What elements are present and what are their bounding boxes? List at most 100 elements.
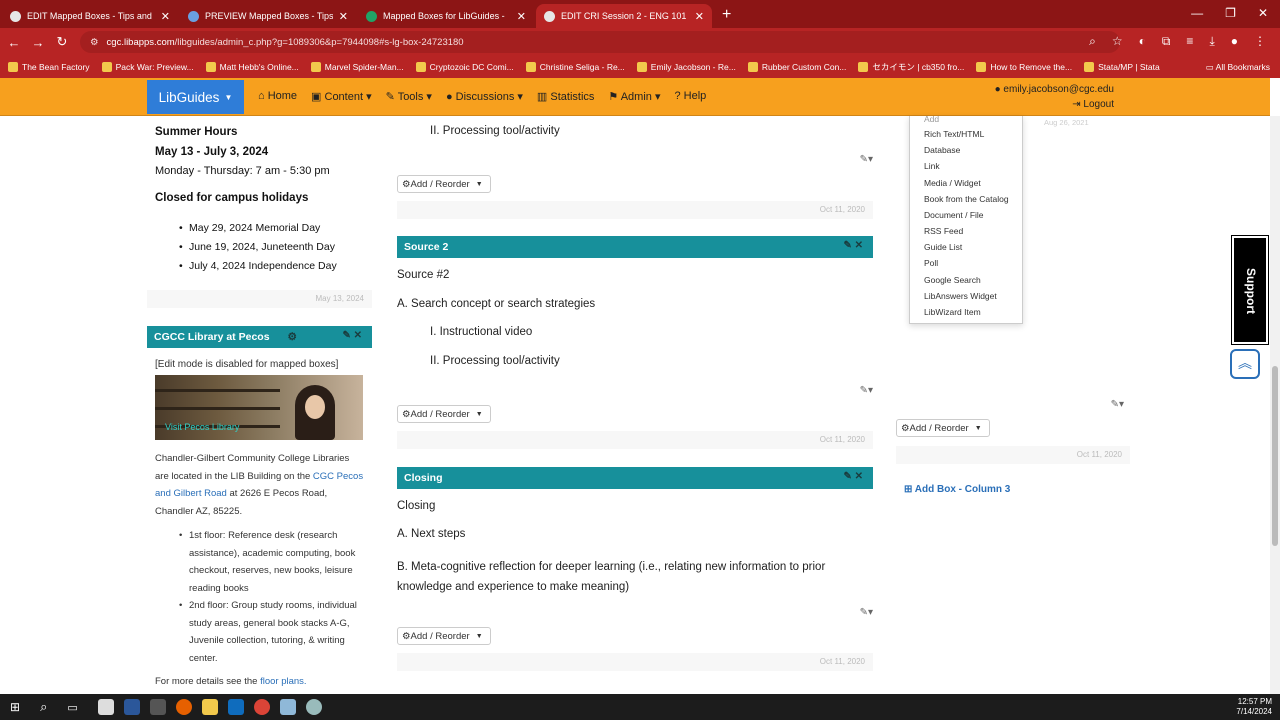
browser-tab-active[interactable]: EDIT CRI Session 2 - ENG 101 - ✕ [536, 4, 712, 28]
bookmark-icon [101, 62, 112, 72]
user-account-link[interactable]: ● emily.jacobson@cgc.edu [995, 82, 1114, 97]
dropdown-item-poll[interactable]: Poll [924, 258, 938, 268]
dropdown-item-rss-feed[interactable]: RSS Feed [924, 226, 963, 236]
bookmark-item[interactable]: Cryptozoic DC Comi... [415, 62, 514, 72]
logout-icon: ⇥ [1072, 99, 1084, 110]
browser-tab[interactable]: Mapped Boxes for LibGuides - ✕ [358, 4, 534, 28]
dropdown-item-database[interactable]: Database [924, 145, 960, 155]
site-info-icon[interactable]: ⚙ [90, 37, 99, 48]
nav-tools[interactable]: ✎ Tools ▾ [386, 90, 432, 103]
close-icon[interactable]: ✕ [855, 471, 863, 482]
bookmark-item[interactable]: How to Remove the... [976, 62, 1072, 72]
file-explorer-icon[interactable] [201, 699, 218, 715]
content-line: Closing [397, 500, 436, 512]
bookmark-star-icon[interactable]: ☆ [1112, 34, 1123, 49]
dropdown-item-link[interactable]: Link [924, 161, 940, 171]
page-scrollbar[interactable] [1270, 116, 1280, 694]
dropdown-item-libanswers-widget[interactable]: LibAnswers Widget [924, 291, 997, 301]
close-icon[interactable]: ✕ [339, 10, 348, 23]
edit-dropdown-icon[interactable]: ✎▾ [860, 385, 873, 396]
restore-icon[interactable]: ❐ [1225, 6, 1236, 20]
edit-dropdown-icon[interactable]: ✎▾ [860, 607, 873, 618]
notes-icon[interactable] [279, 699, 296, 715]
close-icon[interactable]: ✕ [695, 10, 704, 23]
browser-tab[interactable]: EDIT Mapped Boxes - Tips and ✕ [2, 4, 178, 28]
nav-help[interactable]: ? Help [674, 90, 706, 103]
dropdown-item-document-file[interactable]: Document / File [924, 210, 984, 220]
bar-chart-icon: ▥ [536, 91, 551, 103]
all-bookmarks-button[interactable]: ▭ All Bookmarks [1206, 62, 1270, 73]
mail-icon[interactable] [227, 699, 244, 715]
back-to-top-icon[interactable]: ︽ [1230, 349, 1260, 379]
windows-start-icon[interactable]: ⊞ [10, 700, 20, 714]
reading-list-icon[interactable]: ≡ [1186, 34, 1193, 49]
add-reorder-button[interactable]: ⚙ Add / Reorder ▼ [397, 405, 491, 423]
edit-dropdown-icon[interactable]: ✎▾ [860, 154, 873, 165]
firefox-icon[interactable] [175, 699, 192, 715]
browser-tab[interactable]: PREVIEW Mapped Boxes - Tips ✕ [180, 4, 356, 28]
nav-statistics[interactable]: ▥ Statistics [537, 90, 594, 103]
pencil-icon[interactable]: ✎ [843, 240, 851, 251]
pecos-library-image[interactable]: Visit Pecos Library [155, 375, 363, 440]
libguides-brand-menu[interactable]: LibGuides ▼ [147, 80, 244, 114]
profile-avatar-icon[interactable]: ● [1231, 34, 1238, 49]
url-field[interactable]: ⚙ cgc.libapps.com/libguides/admin_c.php?… [80, 31, 1120, 53]
pencil-icon[interactable]: ✎ [843, 471, 851, 482]
add-reorder-button[interactable]: ⚙ Add / Reorder ▼ [397, 627, 491, 645]
dropdown-item-media-widget[interactable]: Media / Widget [924, 178, 981, 188]
task-view-icon[interactable]: ▭ [67, 701, 77, 714]
bookmark-item[interactable]: セカイモン | cb350 fro... [858, 61, 964, 73]
pencil-icon[interactable]: ✎ [342, 330, 350, 341]
scrollbar-thumb[interactable] [1272, 366, 1278, 546]
bookmark-item[interactable]: Rubber Custom Con... [747, 62, 846, 72]
dropdown-item-guide-list[interactable]: Guide List [924, 242, 962, 252]
close-icon[interactable]: ✕ [855, 240, 863, 251]
edit-dropdown-icon[interactable]: ✎▾ [1111, 399, 1124, 410]
system-clock[interactable]: 12:57 PM 7/14/2024 [1236, 697, 1272, 717]
close-icon[interactable]: ✕ [161, 10, 170, 23]
logout-link[interactable]: ⇥ Logout [995, 97, 1114, 112]
app-icon[interactable] [97, 699, 114, 715]
search-icon[interactable]: ⌕ [40, 699, 47, 715]
back-icon[interactable]: ← [2, 35, 26, 50]
add-reorder-button[interactable]: ⚙ Add / Reorder ▼ [896, 419, 990, 437]
bookmark-item[interactable]: The Bean Factory [8, 62, 90, 72]
calculator-icon[interactable] [149, 699, 166, 715]
floor-plans-link[interactable]: floor plans. [260, 676, 306, 687]
dropdown-item-google-search[interactable]: Google Search [924, 275, 981, 285]
bookmark-item[interactable]: Stata/MP | Stata [1084, 62, 1160, 72]
close-window-icon[interactable]: ✕ [1258, 6, 1268, 20]
zoom-icon[interactable]: ⌕ [1089, 34, 1096, 49]
extensions-puzzle-icon[interactable]: ⧉ [1162, 34, 1171, 49]
browser-menu-icon[interactable]: ⋮ [1254, 34, 1266, 49]
tab-favicon-icon [10, 10, 21, 22]
nav-content[interactable]: ▣ Content ▾ [311, 90, 372, 103]
word-icon[interactable] [123, 699, 140, 715]
bookmark-item[interactable]: Pack War: Preview... [101, 62, 194, 72]
add-reorder-button[interactable]: ⚙ Add / Reorder ▼ [397, 175, 491, 193]
nav-home[interactable]: ⌂ Home [258, 90, 297, 103]
bookmark-item[interactable]: Matt Hebb's Online... [205, 62, 299, 72]
close-icon[interactable]: ✕ [354, 330, 362, 341]
dropdown-item-libwizard-item[interactable]: LibWizard Item [924, 307, 981, 317]
extension-icon[interactable]: ◐ [1139, 34, 1146, 49]
nav-discussions[interactable]: ● Discussions ▾ [446, 90, 523, 103]
dropdown-item-rich-text[interactable]: Rich Text/HTML [924, 129, 984, 139]
closed-holidays-title: Closed for campus holidays [155, 192, 309, 204]
forward-icon[interactable]: → [26, 35, 50, 50]
content-line: Source #2 [397, 269, 450, 281]
download-icon[interactable]: ⤓ [1209, 34, 1214, 49]
bookmark-item[interactable]: Marvel Spider-Man... [310, 62, 404, 72]
app-icon[interactable] [305, 699, 322, 715]
close-icon[interactable]: ✕ [517, 10, 526, 23]
new-tab-icon[interactable]: + [722, 6, 731, 24]
nav-admin[interactable]: ⚑ Admin ▾ [608, 90, 660, 103]
dropdown-item-book-catalog[interactable]: Book from the Catalog [924, 194, 1009, 204]
bookmark-item[interactable]: Emily Jacobson - Re... [636, 62, 736, 72]
chrome-icon[interactable] [253, 699, 270, 715]
reload-icon[interactable]: ↻ [50, 34, 74, 50]
support-tab[interactable]: Support [1231, 235, 1269, 345]
bookmark-item[interactable]: Christine Seliga - Re... [525, 62, 625, 72]
minimize-icon[interactable]: — [1191, 6, 1203, 20]
add-box-column-3-link[interactable]: ⊞ Add Box - Column 3 [904, 484, 1010, 495]
